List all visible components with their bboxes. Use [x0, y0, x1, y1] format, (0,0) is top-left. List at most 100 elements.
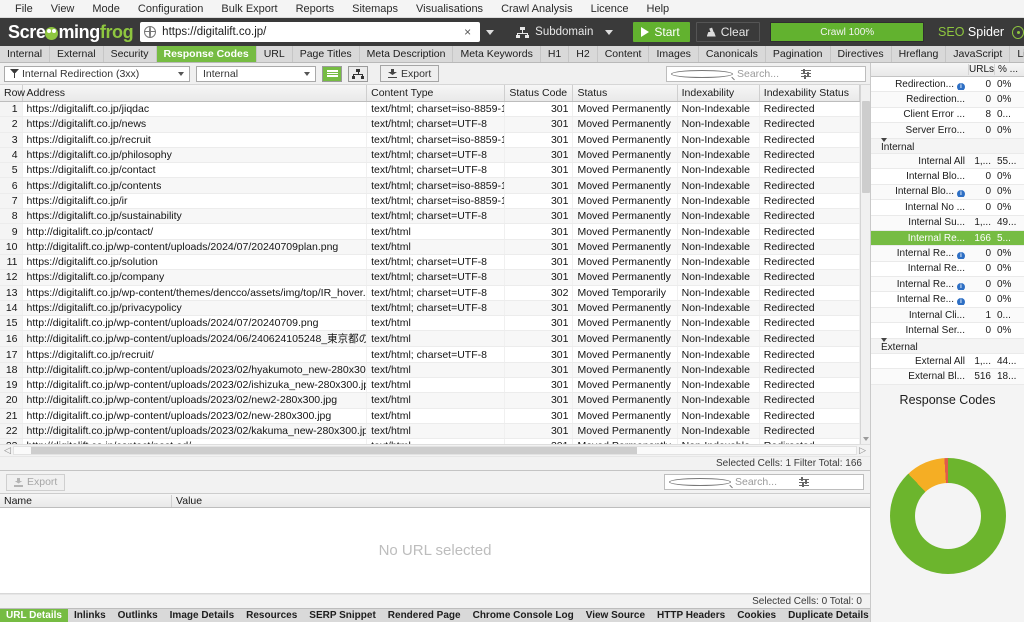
table-vertical-scrollbar[interactable]	[860, 85, 870, 444]
cell-indexability-status[interactable]: Redirected	[759, 330, 860, 348]
cell-address[interactable]: http://digitalift.co.jp/contact/	[22, 223, 368, 240]
overview-row[interactable]: Internal Ser... 0 0%	[871, 323, 1024, 339]
cell-address[interactable]: https://digitalift.co.jp/company	[22, 269, 368, 286]
cell-content-type[interactable]: text/html; charset=iso-8859-1	[366, 101, 506, 118]
cell-content-type[interactable]: text/html; charset=UTF-8	[366, 147, 506, 164]
overview-row[interactable]: Server Erro... 0 0%	[871, 123, 1024, 139]
table-row[interactable]: 19 http://digitalift.co.jp/wp-content/upl…	[0, 377, 870, 394]
cell-address[interactable]: http://digitalift.co.jp/wp-content/uploa…	[22, 362, 368, 379]
scroll-down-icon[interactable]	[863, 437, 869, 441]
tab-meta-keywords[interactable]: Meta Keywords	[453, 46, 541, 62]
cell-address[interactable]: https://digitalift.co.jp/solution	[22, 254, 368, 271]
cell-indexability[interactable]: Non-Indexable	[677, 208, 760, 225]
cell-indexability-status[interactable]: Redirected	[759, 208, 860, 225]
cell-address[interactable]: http://digitalift.co.jp/wp-content/uploa…	[22, 408, 368, 424]
tab-directives[interactable]: Directives	[831, 46, 892, 62]
cell-status[interactable]: Moved Permanently	[572, 208, 678, 225]
cell-indexability-status[interactable]: Redirected	[759, 177, 860, 194]
cell-address[interactable]: https://digitalift.co.jp/wp-content/them…	[22, 285, 368, 301]
search-options-icon[interactable]	[799, 477, 859, 487]
bottom-tab-url-details[interactable]: URL Details	[0, 609, 68, 622]
cell-indexability[interactable]: Non-Indexable	[677, 423, 760, 440]
cell-status-code[interactable]: 301	[504, 392, 574, 409]
overview-header-percent[interactable]: % ...	[994, 64, 1024, 75]
cell-row[interactable]: 13	[0, 285, 23, 301]
vertical-scroll-thumb[interactable]	[862, 101, 870, 193]
tab-h1[interactable]: H1	[541, 46, 570, 62]
overview-row[interactable]: Internal No ... 0 0%	[871, 200, 1024, 216]
detail-export-button[interactable]: Export	[6, 473, 66, 491]
cell-content-type[interactable]: text/html; charset=iso-8859-1	[366, 193, 506, 210]
search-input[interactable]: Search...	[666, 65, 866, 82]
menu-item-view[interactable]: View	[42, 0, 84, 18]
table-row[interactable]: 11 https://digitalift.co.jp/solution text/…	[0, 254, 870, 271]
cell-content-type[interactable]: text/html	[366, 315, 506, 332]
cell-indexability-status[interactable]: Redirected	[759, 147, 860, 164]
cell-address[interactable]: http://digitalift.co.jp/contact/post-ad/	[22, 438, 368, 444]
url-history-chevron-down-icon[interactable]	[486, 29, 495, 35]
overview-row[interactable]: External All 1,... 44...	[871, 354, 1024, 370]
cell-status-code[interactable]: 301	[504, 423, 574, 440]
tab-external[interactable]: External	[50, 46, 104, 62]
cell-status-code[interactable]: 301	[504, 208, 574, 225]
cell-status[interactable]: Moved Permanently	[572, 132, 678, 148]
cell-status[interactable]: Moved Permanently	[572, 223, 678, 240]
bottom-tab-outlinks[interactable]: Outlinks	[112, 609, 164, 622]
table-row[interactable]: 3 https://digitalift.co.jp/recruit text/ht…	[0, 132, 870, 148]
cell-address[interactable]: https://digitalift.co.jp/privacypolicy	[22, 300, 368, 317]
cell-row[interactable]: 17	[0, 346, 23, 363]
cell-indexability[interactable]: Non-Indexable	[677, 330, 760, 348]
cell-indexability[interactable]: Non-Indexable	[677, 362, 760, 379]
overview-row[interactable]: External Bl... 516 18...	[871, 369, 1024, 385]
cell-status-code[interactable]: 301	[504, 147, 574, 164]
detail-column-value[interactable]: Value	[172, 495, 870, 507]
cell-indexability[interactable]: Non-Indexable	[677, 300, 760, 317]
overview-row[interactable]: Internal Blo... i 0 0%	[871, 184, 1024, 201]
overview-group-row[interactable]: Internal	[871, 138, 1024, 154]
cell-status[interactable]: Moved Permanently	[572, 162, 678, 179]
cell-status-code[interactable]: 301	[504, 223, 574, 240]
cell-row[interactable]: 22	[0, 423, 23, 440]
table-row[interactable]: 7 https://digitalift.co.jp/ir text/html; c…	[0, 193, 870, 210]
cell-row[interactable]: 5	[0, 162, 23, 179]
cell-row[interactable]: 8	[0, 208, 23, 225]
cell-status-code[interactable]: 301	[504, 162, 574, 179]
cell-status[interactable]: Moved Permanently	[572, 101, 678, 118]
cell-status-code[interactable]: 301	[504, 346, 574, 363]
tab-canonicals[interactable]: Canonicals	[699, 46, 766, 62]
menu-item-sitemaps[interactable]: Sitemaps	[343, 0, 407, 18]
tab-h2[interactable]: H2	[569, 46, 598, 62]
cell-address[interactable]: https://digitalift.co.jp/sustainability	[22, 208, 368, 225]
cell-status-code[interactable]: 301	[504, 377, 574, 394]
cell-indexability-status[interactable]: Redirected	[759, 285, 860, 301]
cell-indexability[interactable]: Non-Indexable	[677, 223, 760, 240]
cell-address[interactable]: http://digitalift.co.jp/wp-content/uploa…	[22, 239, 368, 255]
cell-status[interactable]: Moved Permanently	[572, 239, 678, 255]
cell-indexability[interactable]: Non-Indexable	[677, 408, 760, 424]
cell-indexability-status[interactable]: Redirected	[759, 362, 860, 379]
cell-indexability[interactable]: Non-Indexable	[677, 346, 760, 363]
bottom-tab-image-details[interactable]: Image Details	[164, 609, 240, 622]
cell-row[interactable]: 4	[0, 147, 23, 164]
cell-content-type[interactable]: text/html; charset=UTF-8	[366, 208, 506, 225]
table-horizontal-scrollbar[interactable]: ◁ ▷	[0, 444, 870, 456]
cell-content-type[interactable]: text/html	[366, 377, 506, 394]
horizontal-scroll-track[interactable]	[12, 446, 858, 455]
cell-content-type[interactable]: text/html	[366, 423, 506, 440]
cell-indexability-status[interactable]: Redirected	[759, 269, 860, 286]
cell-content-type[interactable]: text/html	[366, 438, 506, 444]
overview-row[interactable]: Internal Re... i 0 0%	[871, 277, 1024, 293]
cell-address[interactable]: https://digitalift.co.jp/contents	[22, 177, 368, 194]
cell-status[interactable]: Moved Permanently	[572, 423, 678, 440]
overview-row[interactable]: Redirection... i 0 0%	[871, 77, 1024, 93]
column-header-status[interactable]: Status	[572, 85, 678, 102]
column-header-indexability[interactable]: Indexability	[677, 85, 760, 102]
menu-item-crawl-analysis[interactable]: Crawl Analysis	[492, 0, 582, 18]
cell-indexability[interactable]: Non-Indexable	[677, 285, 760, 301]
cell-status-code[interactable]: 301	[504, 177, 574, 194]
cell-row[interactable]: 14	[0, 300, 23, 317]
overview-row[interactable]: Internal Cli... 1 0...	[871, 307, 1024, 324]
column-header-address[interactable]: Address	[22, 85, 368, 102]
cell-indexability-status[interactable]: Redirected	[759, 223, 860, 240]
cell-row[interactable]: 21	[0, 408, 23, 424]
